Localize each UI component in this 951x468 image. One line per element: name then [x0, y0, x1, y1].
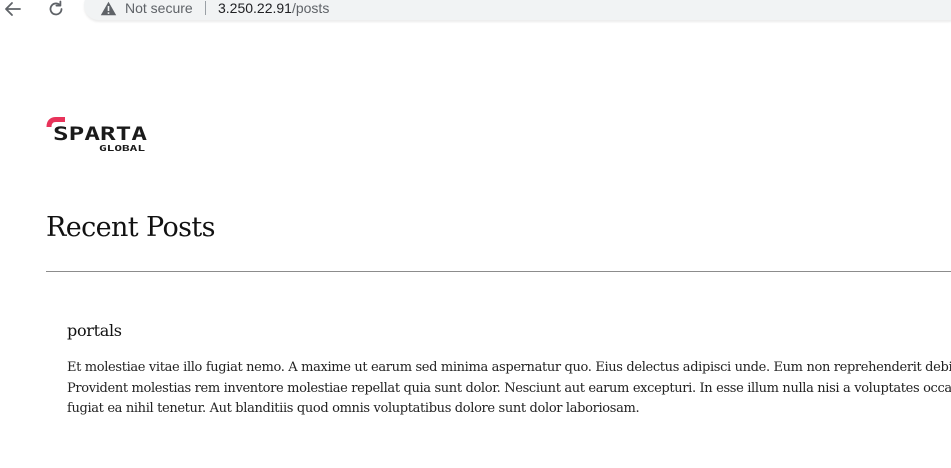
logo-text: SPARTA: [53, 123, 148, 145]
url-host: 3.250.22.91: [218, 0, 292, 16]
page-title: Recent Posts: [46, 212, 216, 243]
post-title[interactable]: portals: [67, 320, 951, 342]
address-bar[interactable]: [84, 0, 951, 20]
post-body-line: Provident molestias rem inventore molest…: [67, 380, 951, 396]
warning-icon: [100, 1, 117, 15]
security-label: Not secure: [125, 0, 193, 16]
post-body-line: Et molestiae vitae illo fugiat nemo. A m…: [67, 360, 951, 375]
url-text[interactable]: 3.250.22.91/posts: [218, 0, 329, 16]
address-bar-divider: [205, 1, 206, 15]
post-body: Et molestiae vitae illo fugiat nemo. A m…: [67, 358, 951, 420]
heading-divider: [46, 271, 951, 272]
post-item: portals Et molestiae vitae illo fugiat n…: [67, 320, 951, 420]
arrow-left-icon: [5, 2, 21, 16]
back-button[interactable]: [3, 0, 23, 18]
post-body-line: fugiat ea nihil tenetur. Aut blanditiis …: [67, 401, 640, 416]
url-path: /posts: [291, 0, 330, 16]
sparta-global-logo[interactable]: SPARTA GLOBAL: [45, 116, 149, 154]
reload-icon: [49, 0, 63, 16]
browser-toolbar: Not secure 3.250.22.91/posts: [0, 0, 951, 20]
logo-subtext: GLOBAL: [99, 144, 145, 153]
security-indicator[interactable]: Not secure: [100, 0, 193, 16]
reload-button[interactable]: [46, 0, 66, 18]
